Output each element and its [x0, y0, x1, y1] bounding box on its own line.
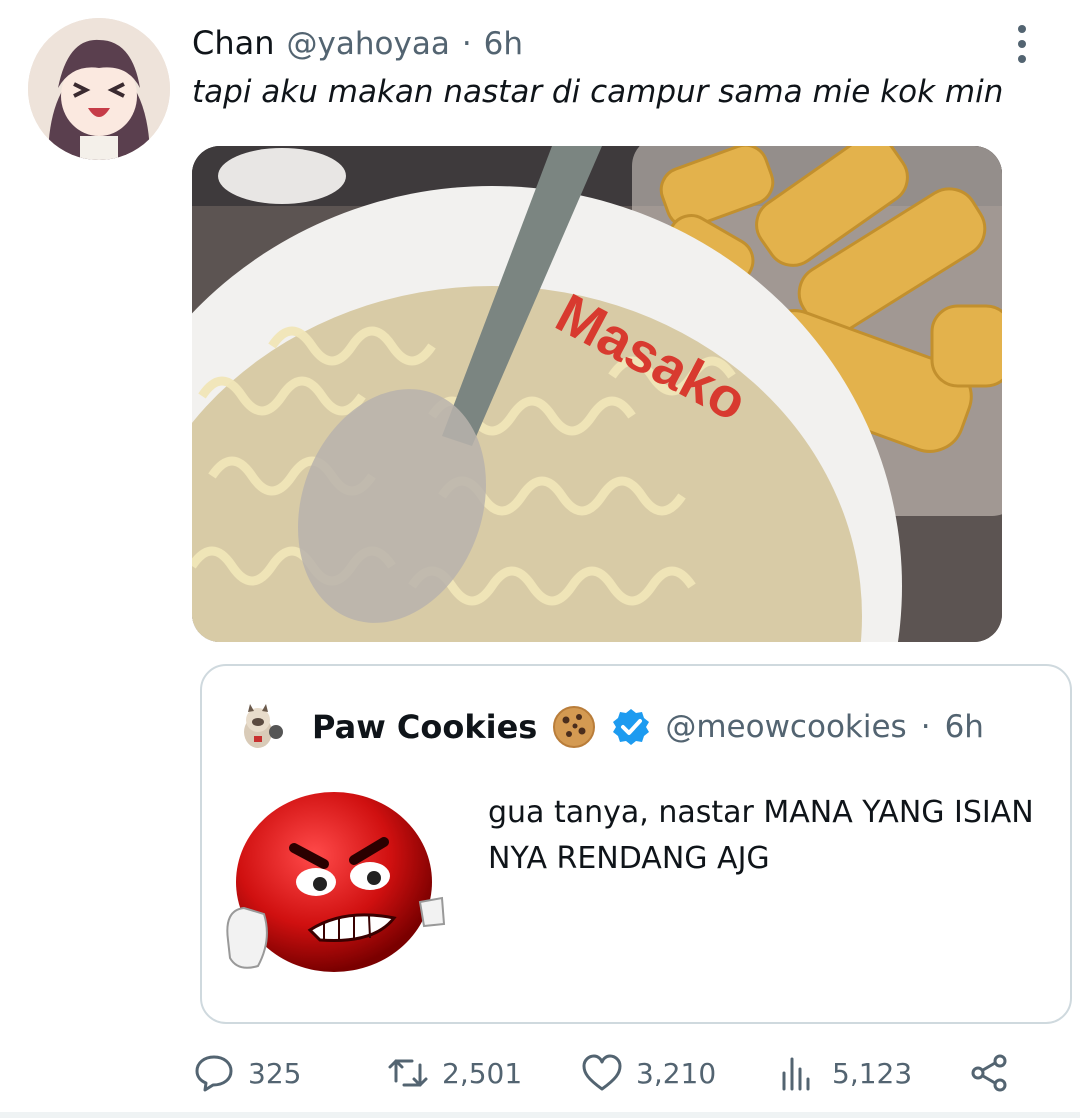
quoted-tweet[interactable]: Paw Cookies @meowcookies · 6h gua tanya,… [200, 664, 1072, 1024]
quote-media-image[interactable] [224, 790, 446, 986]
cookie-icon [551, 704, 597, 750]
views-icon [776, 1051, 820, 1095]
quote-author-name[interactable]: Paw Cookies [312, 708, 537, 746]
like-button[interactable]: 3,210 [580, 1046, 716, 1100]
quote-header: Paw Cookies @meowcookies · 6h [312, 704, 984, 750]
quote-avatar[interactable] [232, 702, 286, 756]
retweet-count: 2,501 [442, 1056, 523, 1090]
quote-author-handle[interactable]: @meowcookies [665, 709, 906, 745]
divider [0, 1112, 1080, 1118]
retweet-button[interactable]: 2,501 [386, 1046, 522, 1100]
tweet[interactable]: Chan @yahoyaa · 6h tapi aku makan nastar… [0, 0, 1080, 1118]
like-icon [580, 1051, 624, 1095]
tweet-text: tapi aku makan nastar di campur sama mie… [192, 74, 1004, 110]
author-handle[interactable]: @yahoyaa [287, 26, 450, 62]
separator-dot: · [461, 26, 472, 62]
tweet-actions: 325 2,501 3,210 5,123 [0, 1046, 1080, 1100]
reply-icon [192, 1051, 236, 1095]
reply-count: 325 [248, 1056, 302, 1090]
tweet-media-image[interactable]: Masako [192, 146, 1002, 642]
avatar[interactable] [28, 18, 170, 160]
share-icon [968, 1051, 1012, 1095]
quote-time[interactable]: 6h [945, 709, 984, 745]
quote-text: gua tanya, nastar MANA YANG ISIAN NYA RE… [488, 795, 1034, 876]
tweet-header: Chan @yahoyaa · 6h [192, 24, 523, 70]
reply-button[interactable]: 325 [192, 1046, 301, 1100]
views-button[interactable]: 5,123 [776, 1046, 912, 1100]
quote-separator-dot: · [920, 709, 931, 745]
tweet-time[interactable]: 6h [484, 26, 523, 62]
share-button[interactable] [968, 1046, 1012, 1100]
author-name[interactable]: Chan [192, 24, 275, 62]
views-count: 5,123 [832, 1056, 913, 1090]
more-icon[interactable] [1004, 22, 1040, 66]
verified-icon [611, 707, 651, 747]
like-count: 3,210 [636, 1056, 717, 1090]
retweet-icon [386, 1051, 430, 1095]
